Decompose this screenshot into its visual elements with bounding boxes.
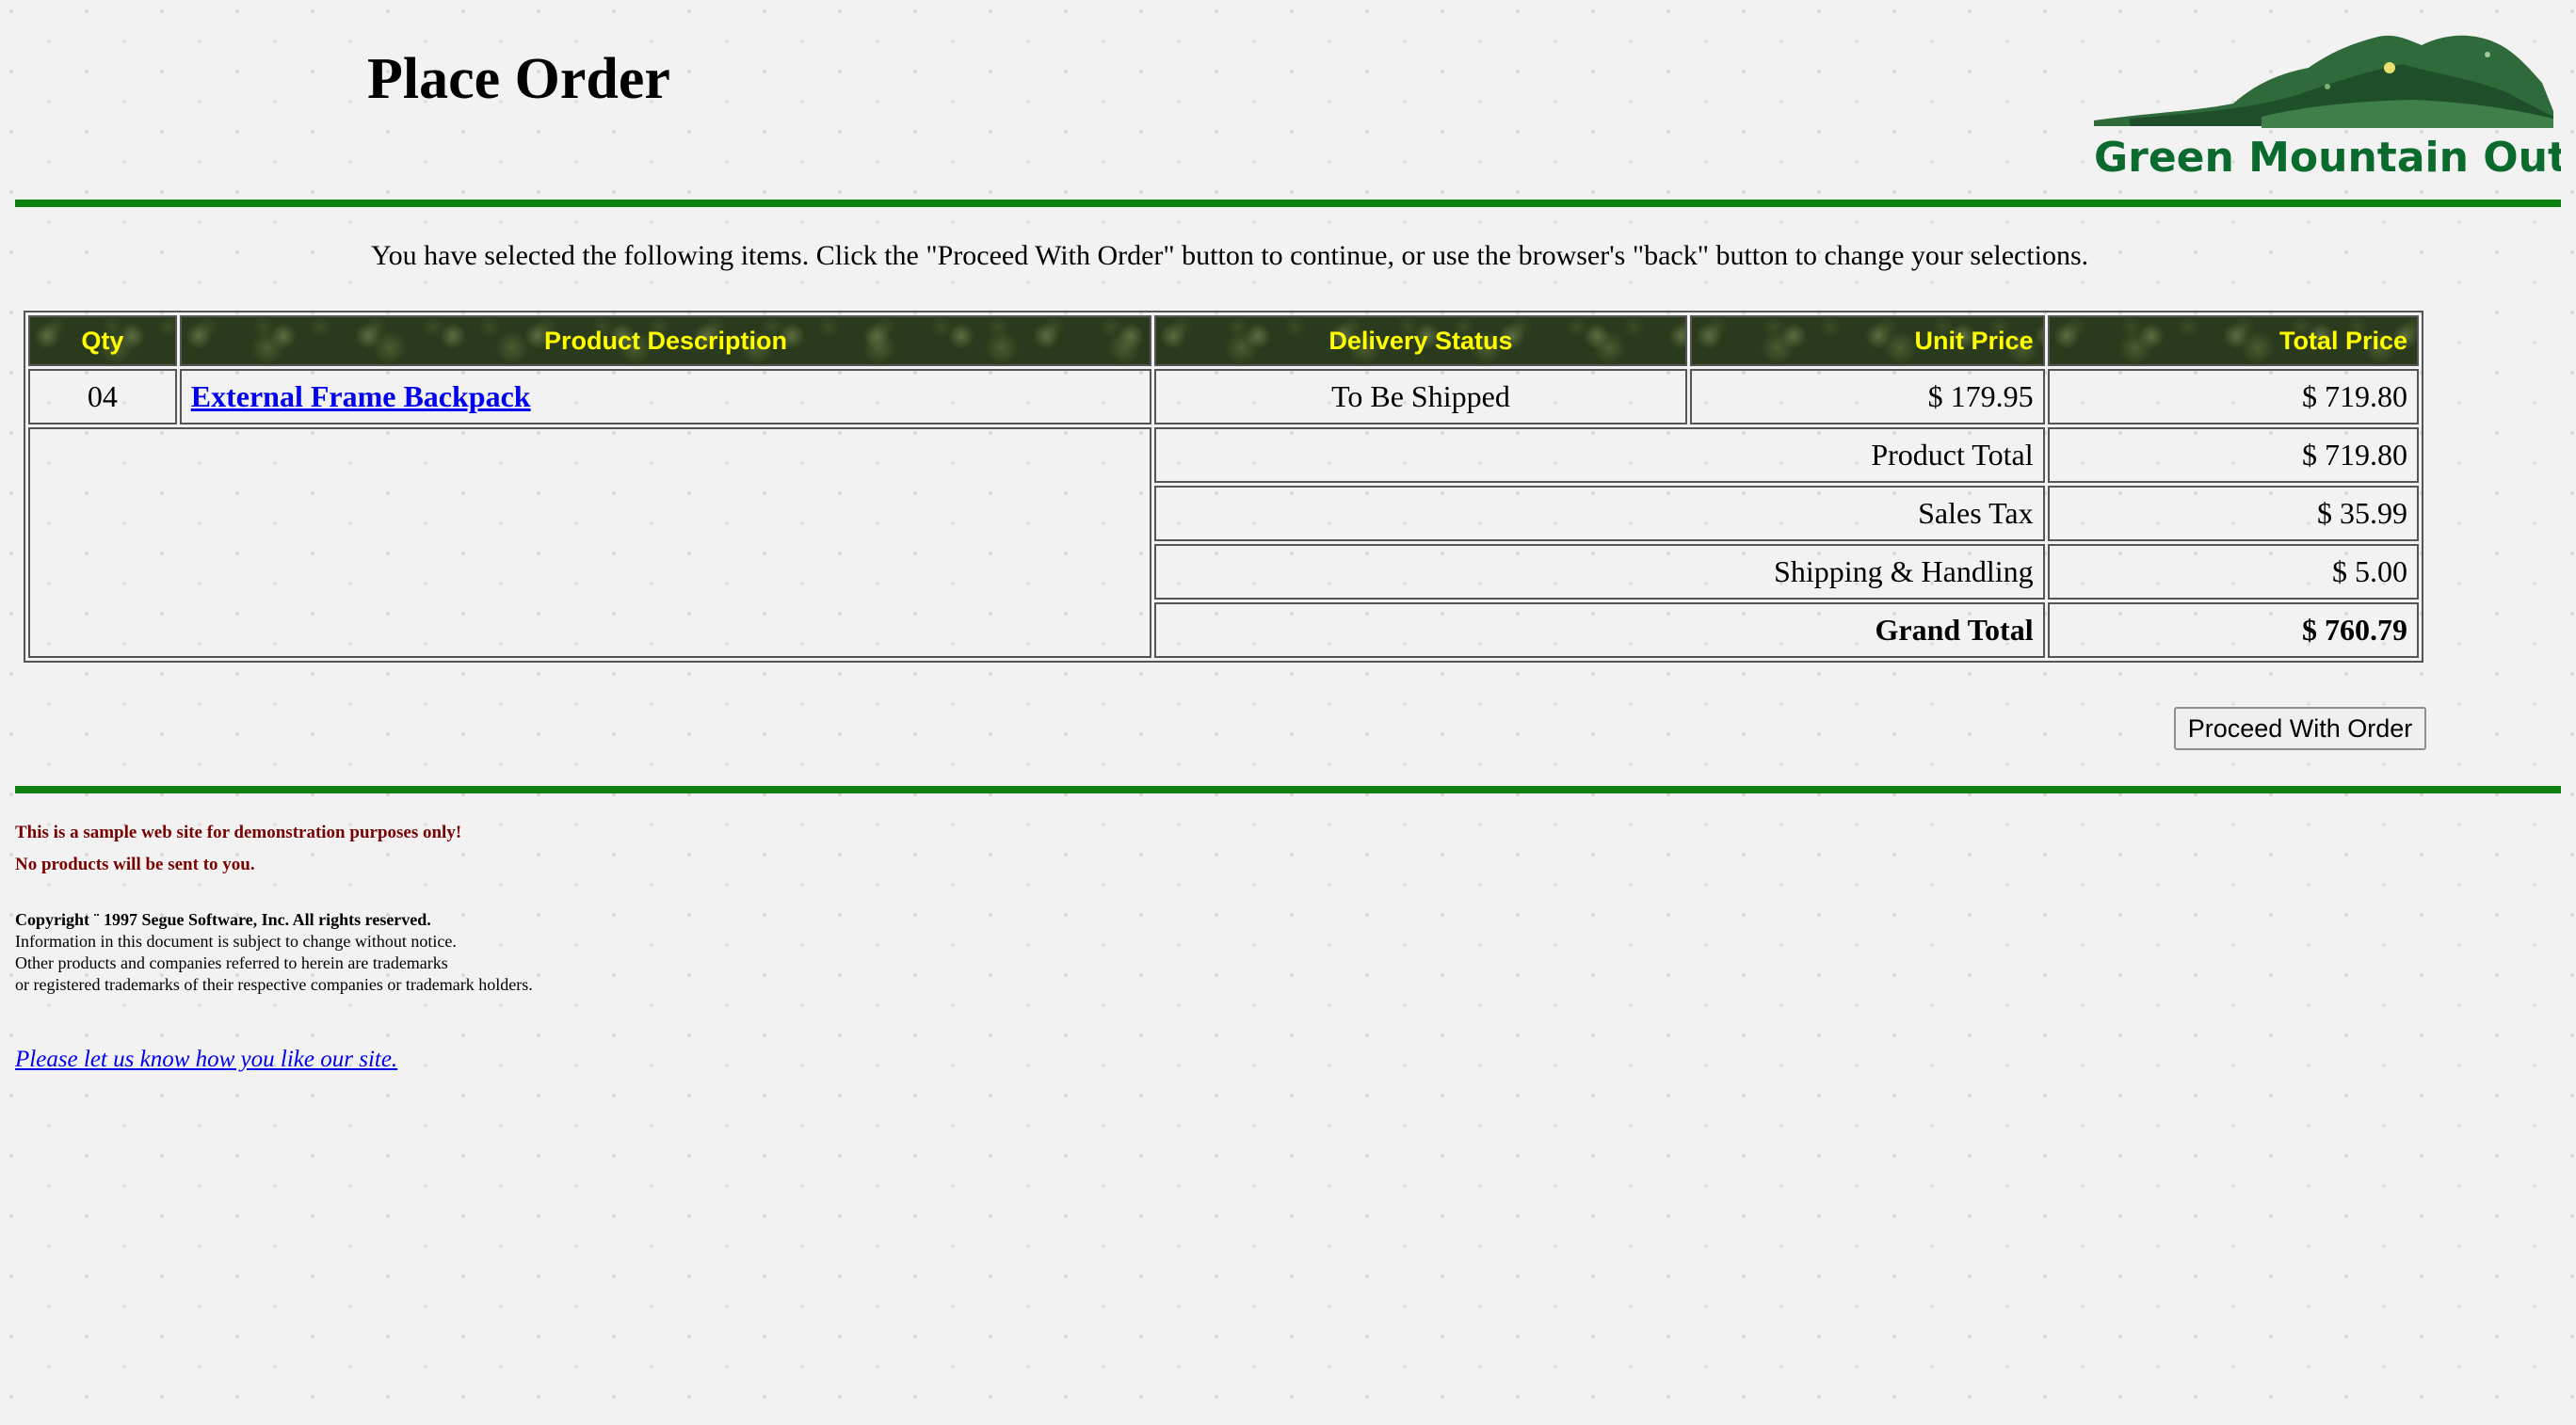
summary-value-sales-tax: $ 35.99 xyxy=(2047,486,2419,541)
green-mountain-outpost-logo[interactable]: Green Mountain Outpost xyxy=(2092,26,2561,182)
summary-value-shipping: $ 5.00 xyxy=(2047,544,2419,600)
copyright-line: Copyright ¨ 1997 Segue Software, Inc. Al… xyxy=(15,910,431,929)
item-total-price: $ 719.80 xyxy=(2047,369,2419,424)
logo-text: Green Mountain Outpost xyxy=(2094,134,2561,182)
demo-disclaimer: This is a sample web site for demonstrat… xyxy=(15,823,462,842)
bottom-divider xyxy=(15,786,2561,793)
summary-value-grand-total: $ 760.79 xyxy=(2047,602,2419,658)
summary-label-grand-total: Grand Total xyxy=(1154,602,2045,658)
table-row: 04 External Frame Backpack To Be Shipped… xyxy=(28,369,2419,424)
item-unit-price: $ 179.95 xyxy=(1689,369,2045,424)
page-title: Place Order xyxy=(367,47,670,111)
copyright-block: Copyright ¨ 1997 Segue Software, Inc. Al… xyxy=(15,909,533,996)
column-header-qty: Qty xyxy=(28,315,177,366)
legal-line: or registered trademarks of their respec… xyxy=(15,975,533,994)
summary-label-product-total: Product Total xyxy=(1154,427,2045,483)
summary-value-product-total: $ 719.80 xyxy=(2047,427,2419,483)
proceed-with-order-button[interactable]: Proceed With Order xyxy=(2174,707,2426,750)
item-qty: 04 xyxy=(28,369,177,424)
product-link[interactable]: External Frame Backpack xyxy=(191,379,531,413)
column-header-total-price: Total Price xyxy=(2047,315,2419,366)
summary-label-sales-tax: Sales Tax xyxy=(1154,486,2045,541)
summary-row-product-total: Product Total $ 719.80 xyxy=(28,427,2419,658)
order-table: Qty Product Description Delivery Status … xyxy=(24,311,2423,663)
legal-line: Information in this document is subject … xyxy=(15,932,457,951)
feedback-link[interactable]: Please let us know how you like our site… xyxy=(15,1047,397,1073)
instruction-text: You have selected the following items. C… xyxy=(371,240,2089,271)
no-products-disclaimer: No products will be sent to you. xyxy=(15,855,255,874)
column-header-delivery-status: Delivery Status xyxy=(1154,315,1687,366)
item-delivery-status: To Be Shipped xyxy=(1154,369,1687,424)
table-header-row: Qty Product Description Delivery Status … xyxy=(28,315,2419,366)
column-header-unit-price: Unit Price xyxy=(1689,315,2045,366)
legal-line: Other products and companies referred to… xyxy=(15,953,448,972)
summary-blank-cell xyxy=(28,427,1152,658)
item-description-cell: External Frame Backpack xyxy=(179,369,1152,424)
summary-label-shipping: Shipping & Handling xyxy=(1154,544,2045,600)
mountain-logo-icon: Green Mountain Outpost xyxy=(2094,35,2561,182)
top-divider xyxy=(15,200,2561,207)
column-header-product-description: Product Description xyxy=(179,315,1152,366)
